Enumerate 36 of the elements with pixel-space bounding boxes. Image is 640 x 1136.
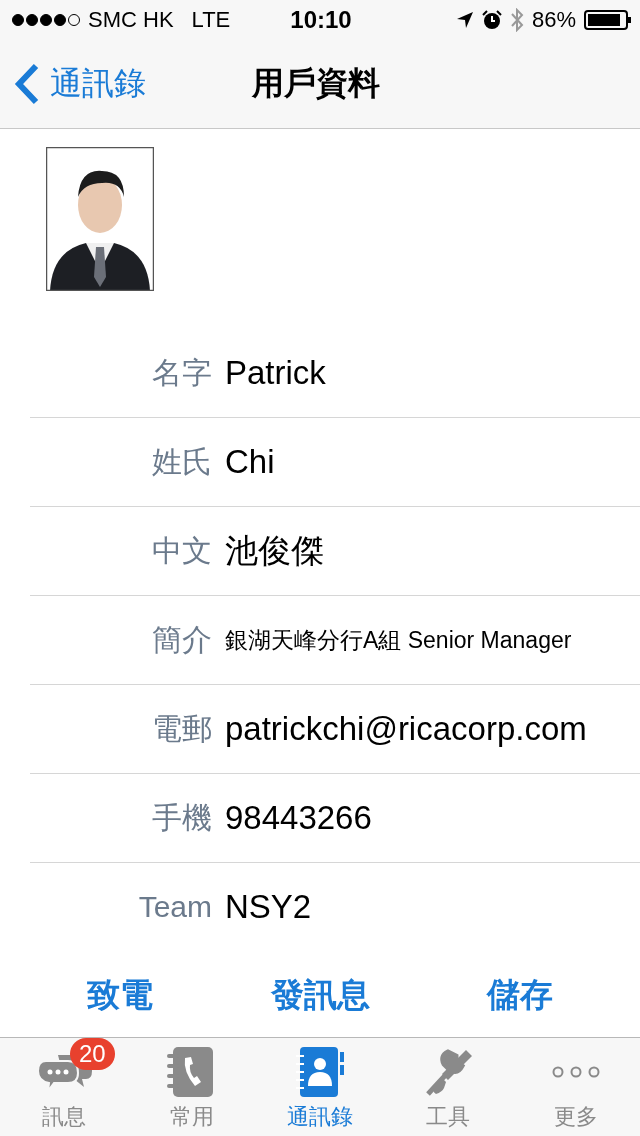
- field-value: NSY2: [225, 888, 312, 926]
- bluetooth-icon: [509, 8, 524, 32]
- field-label: 簡介: [151, 621, 212, 658]
- more-dots-icon: [551, 1065, 601, 1079]
- field-value: 池俊傑: [225, 530, 324, 571]
- contact-book-icon: [294, 1046, 346, 1098]
- field-label: 電郵: [151, 710, 212, 747]
- field-label: Team: [137, 890, 212, 924]
- page-title: 用戶資料: [252, 64, 380, 103]
- battery-icon: [584, 10, 632, 30]
- field-value: 銀湖天峰分行A組 Senior Manager: [225, 625, 572, 655]
- network-type: LTE: [191, 7, 231, 33]
- field-label: 手機: [151, 799, 212, 836]
- battery-percentage: 86%: [531, 7, 576, 33]
- tab-item[interactable]: 常用: [128, 1038, 256, 1136]
- carrier-name: SMC HK: [88, 7, 174, 33]
- field-value: Patrick: [225, 354, 326, 392]
- action-button[interactable]: 發訊息: [220, 961, 420, 1030]
- field-value: Chi: [225, 443, 275, 481]
- field-value: 98443266: [225, 799, 372, 837]
- location-arrow-icon: [455, 11, 474, 29]
- field-label: 名字: [151, 354, 212, 391]
- action-button[interactable]: 致電: [20, 961, 220, 1030]
- alarm-clock-icon: [481, 10, 502, 30]
- back-button[interactable]: 通訊錄: [0, 62, 146, 106]
- unread-count: 20: [70, 1038, 115, 1070]
- chevron-left-icon: [14, 63, 40, 105]
- field-label: 中文: [151, 532, 212, 569]
- clock-time: 10:10: [290, 6, 352, 34]
- field-value: patrickchi@ricacorp.com: [225, 710, 587, 748]
- action-button[interactable]: 儲存: [420, 961, 620, 1030]
- tab-item[interactable]: 通訊錄: [256, 1038, 384, 1136]
- tab-item[interactable]: 工具: [384, 1038, 512, 1136]
- tab-item[interactable]: 20 訊息: [0, 1038, 128, 1136]
- field-label: 姓氏: [151, 443, 212, 480]
- tab-item[interactable]: 更多: [512, 1038, 640, 1136]
